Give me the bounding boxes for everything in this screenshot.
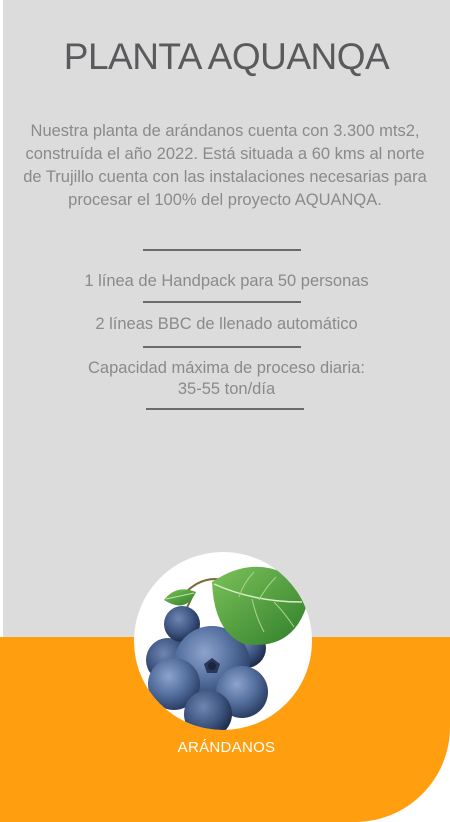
feature-bbc-lines: 2 líneas BBC de llenado automático — [95, 315, 358, 333]
product-label: ARÁNDANOS — [177, 739, 276, 756]
page-title: PLANTA AQUANQA — [63, 36, 390, 77]
divider — [143, 301, 301, 303]
blueberries-illustration — [146, 566, 310, 730]
plant-description: Nuestra planta de arándanos cuenta con 3… — [23, 122, 427, 209]
divider — [146, 408, 304, 410]
feature-handpack: 1 línea de Handpack para 50 personas — [84, 272, 369, 290]
feature-capacity: Capacidad máxima de proceso diaria: 35-5… — [3, 358, 450, 400]
feature-capacity-label: Capacidad máxima de proceso diaria: — [88, 359, 365, 377]
blueberries-photo — [134, 552, 312, 730]
divider — [143, 346, 301, 348]
divider — [143, 249, 301, 251]
feature-capacity-value: 35-55 ton/día — [177, 380, 276, 398]
